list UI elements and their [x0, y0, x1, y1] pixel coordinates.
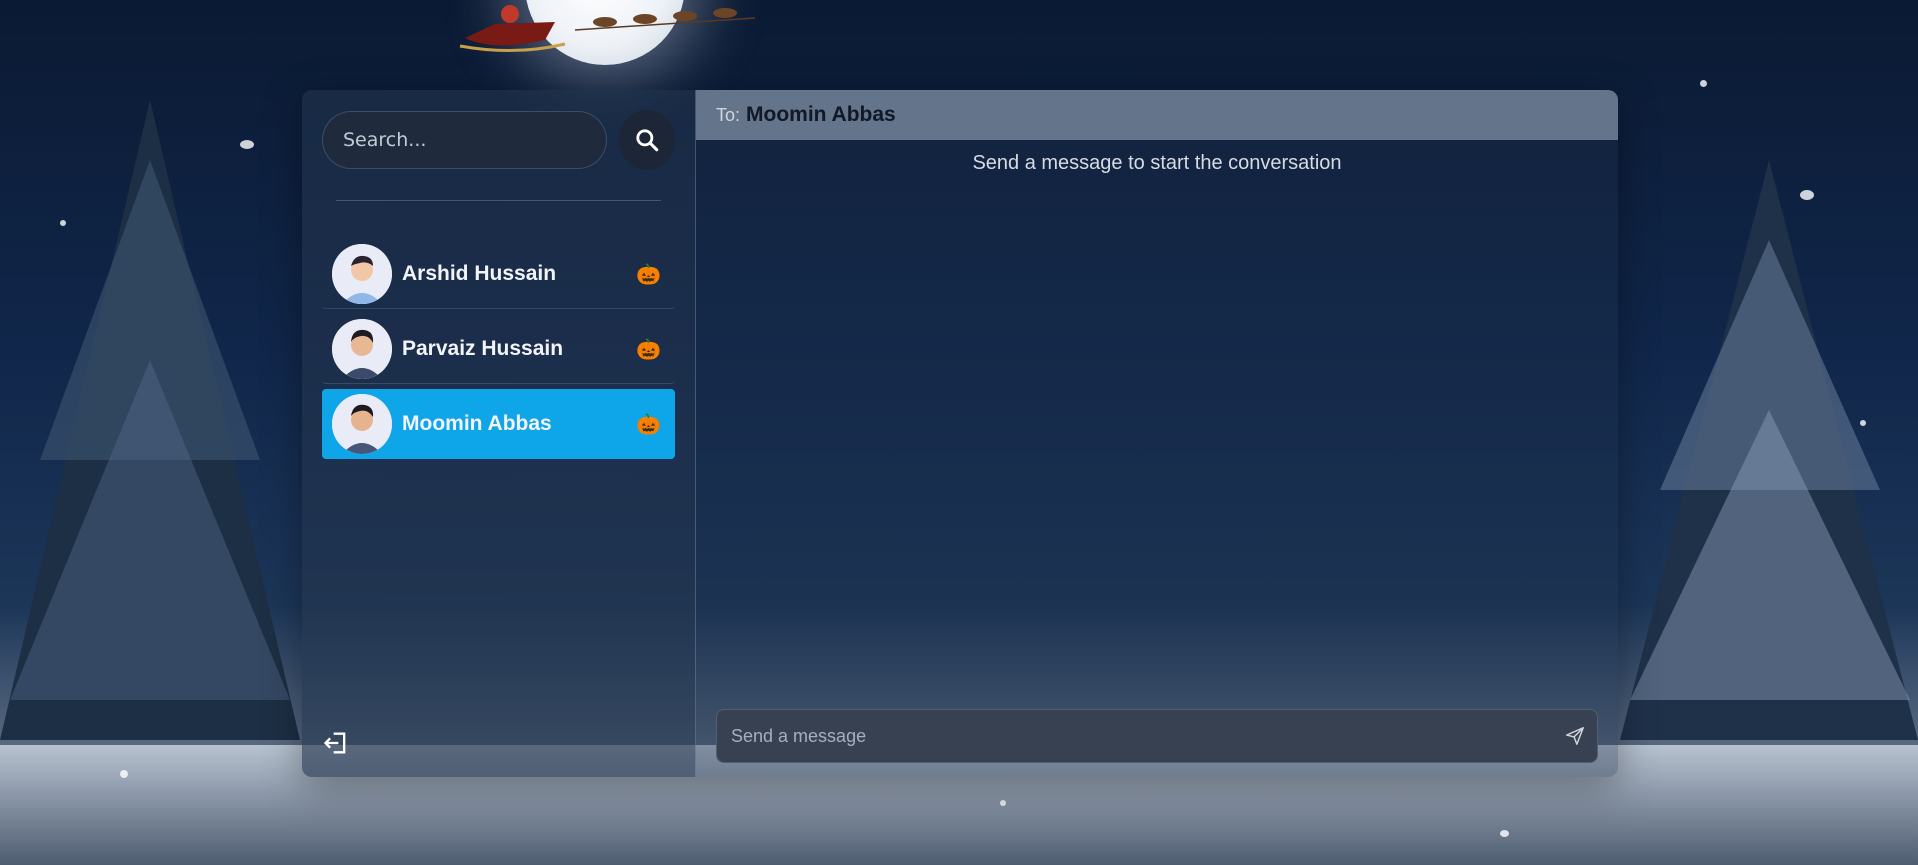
conversation-item-parvaiz-hussain[interactable]: Parvaiz Hussain 🎃: [322, 314, 675, 384]
pine-tree-right: [1620, 160, 1918, 740]
conversation-name: Parvaiz Hussain: [402, 336, 564, 360]
snowflake: [1700, 80, 1707, 87]
snowflake: [60, 220, 66, 226]
snowflake: [1500, 830, 1509, 837]
conversation-item-arshid-hussain[interactable]: Arshid Hussain 🎃: [322, 239, 675, 309]
avatar: [332, 243, 392, 304]
snowflake: [1800, 190, 1814, 200]
conversation-name: Moomin Abbas: [402, 412, 552, 435]
message-input[interactable]: [717, 725, 1553, 747]
logout-button[interactable]: [322, 729, 350, 757]
divider: [336, 200, 661, 201]
snowflake: [120, 770, 128, 778]
send-icon: [1566, 727, 1584, 745]
santa-sleigh-image: [459, 5, 756, 53]
send-button[interactable]: [1553, 714, 1597, 758]
search-button[interactable]: [619, 110, 675, 170]
snowflake: [1000, 800, 1006, 806]
search-input[interactable]: [322, 111, 607, 169]
snowflake: [240, 140, 254, 149]
search-form: [322, 110, 675, 170]
conversation-list: Arshid Hussain 🎃 Parvaiz Hussain 🎃 Moomi…: [322, 239, 675, 459]
pumpkin-icon: 🎃: [636, 412, 661, 436]
recipient-name: Moomin Abbas: [746, 103, 896, 126]
snowflake: [1860, 420, 1866, 426]
sidebar: Arshid Hussain 🎃 Parvaiz Hussain 🎃: [302, 90, 696, 777]
chat-header: To: Moomin Abbas: [696, 90, 1618, 140]
logout-icon: [323, 732, 346, 754]
empty-conversation-message: Send a message to start the conversation: [972, 152, 1342, 174]
message-composer: [716, 709, 1598, 763]
conversation-item-moomin-abbas[interactable]: Moomin Abbas 🎃: [322, 389, 675, 459]
pine-tree-left: [0, 100, 300, 740]
to-label: To:: [716, 104, 741, 125]
avatar: [332, 318, 392, 379]
pumpkin-icon: 🎃: [636, 261, 661, 286]
search-icon: [636, 129, 659, 152]
chat-app-window: Arshid Hussain 🎃 Parvaiz Hussain 🎃: [302, 90, 1618, 777]
conversation-name: Arshid Hussain: [402, 261, 557, 285]
pumpkin-icon: 🎃: [636, 336, 661, 361]
avatar: [332, 394, 392, 454]
chat-panel: To: Moomin Abbas Send a message to start…: [696, 90, 1618, 777]
messages-area: Send a message to start the conversation: [696, 140, 1618, 777]
